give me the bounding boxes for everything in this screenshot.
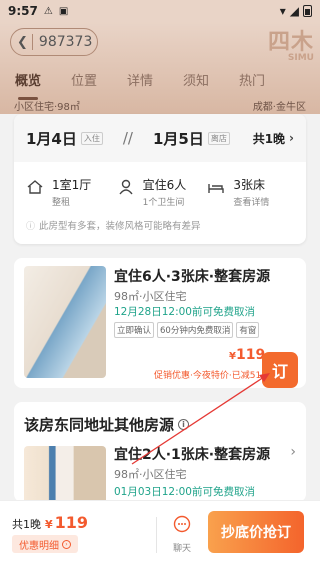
- promo-text: 促销优惠·今夜特价·已减51: [154, 371, 262, 381]
- scrolled-summary: 小区住宅·98㎡ 成都·金牛区: [14, 102, 306, 113]
- other-room-title[interactable]: 宜住2人·1张床·整套房源: [114, 444, 270, 464]
- chat-button[interactable]: 聊天: [168, 515, 196, 554]
- room-subtitle: 98㎡·小区住宅: [114, 290, 187, 303]
- total-price: 共1晚 ¥ 119: [12, 513, 89, 532]
- room-price: ¥119: [229, 347, 266, 363]
- room-title: 宜住6人·3张床·整套房源: [114, 269, 271, 285]
- chevron-right-icon[interactable]: ›: [290, 444, 296, 460]
- status-bar: 9:57 ⚠ ▣ ▾ ◢: [0, 0, 320, 22]
- section-tabs: 概览 位置 详情 须知 热门: [0, 70, 320, 100]
- discount-detail-button[interactable]: 优惠明细 ›: [12, 535, 78, 553]
- other-listings-heading: 该房东同地址其他房源 i: [24, 414, 190, 435]
- tab-overview[interactable]: 概览: [0, 70, 56, 100]
- tab-details[interactable]: 详情: [112, 70, 168, 94]
- house-icon: [24, 176, 46, 198]
- tag-free-cancel: 60分钟内免费取消: [157, 322, 234, 338]
- checkout-tag: 离店: [207, 131, 230, 145]
- status-time: 9:57: [8, 4, 38, 18]
- free-cancel-text: 12月28日12:00前可免费取消: [114, 306, 255, 318]
- battery-icon: [303, 5, 312, 17]
- divider: [31, 34, 33, 50]
- bottom-bar: 共1晚 ¥ 119 优惠明细 › 聊天 抄底价抢订: [0, 500, 320, 568]
- app-notification-icon: ▣: [58, 5, 69, 17]
- book-now-button[interactable]: 抄底价抢订: [208, 511, 304, 553]
- alert-icon: ⚠: [43, 5, 53, 17]
- chevron-left-icon: ❮: [17, 34, 28, 50]
- tag-instant-confirm: 立即确认: [114, 322, 155, 338]
- tab-location[interactable]: 位置: [56, 70, 112, 94]
- other-room-photo[interactable]: [24, 446, 106, 502]
- date-selector[interactable]: 1月4日 入住 // 1月5日 离店 共1晚 ›: [14, 114, 306, 162]
- stay-summary-card: 1月4日 入住 // 1月5日 离店 共1晚 › 1室1厅 整租 宜住6人 1个…: [14, 114, 306, 244]
- tab-popular[interactable]: 热门: [224, 70, 280, 94]
- feature-layout: 1室1厅 整租: [24, 176, 115, 208]
- room-tags: 立即确认 60分钟内免费取消 有窗: [114, 322, 260, 338]
- guest-icon: [115, 176, 137, 198]
- checkin-date: 1月4日: [26, 129, 77, 148]
- chevron-right-icon: ›: [289, 131, 294, 145]
- book-button[interactable]: 订: [262, 352, 298, 388]
- room-features: 1室1厅 整租 宜住6人 1个卫生间 3张床 查看详情: [14, 162, 306, 208]
- simu-logo: 四木 SIMU: [267, 29, 314, 63]
- other-room-subtitle: 98㎡·小区住宅: [114, 468, 187, 481]
- info-icon: ⓘ: [26, 221, 36, 232]
- feature-guests: 宜住6人 1个卫生间: [115, 176, 206, 208]
- other-listings-card: 该房东同地址其他房源 i 宜住2人·1张床·整套房源 › 98㎡·小区住宅 01…: [14, 402, 306, 502]
- checkin-tag: 入住: [80, 131, 103, 145]
- bed-icon: [205, 176, 227, 198]
- date-separator: //: [122, 129, 133, 147]
- divider: [156, 517, 157, 553]
- checkout-date: 1月5日: [152, 129, 204, 148]
- chevron-circle-icon: ›: [62, 539, 71, 549]
- feature-beds[interactable]: 3张床 查看详情: [205, 176, 296, 208]
- info-icon[interactable]: i: [178, 419, 190, 430]
- tag-window: 有窗: [236, 322, 260, 338]
- header: ❮ 987373 四木 SIMU 概览 位置 详情 须知 热门 小区住宅·98㎡…: [0, 22, 320, 114]
- wifi-icon: ▾: [279, 4, 286, 18]
- nights-count: 共1晚: [252, 131, 286, 146]
- room-photo[interactable]: [24, 266, 106, 378]
- variant-note: ⓘ 此房型有多套，装修风格可能略有差异: [14, 208, 306, 232]
- tab-notice[interactable]: 须知: [168, 70, 224, 94]
- chat-icon: [173, 515, 191, 533]
- listing-id: 987373: [38, 34, 93, 50]
- back-button[interactable]: ❮ 987373: [10, 28, 98, 56]
- other-free-cancel-text: 01月03日12:00前可免费取消: [114, 486, 255, 498]
- signal-icon: ◢: [289, 4, 299, 18]
